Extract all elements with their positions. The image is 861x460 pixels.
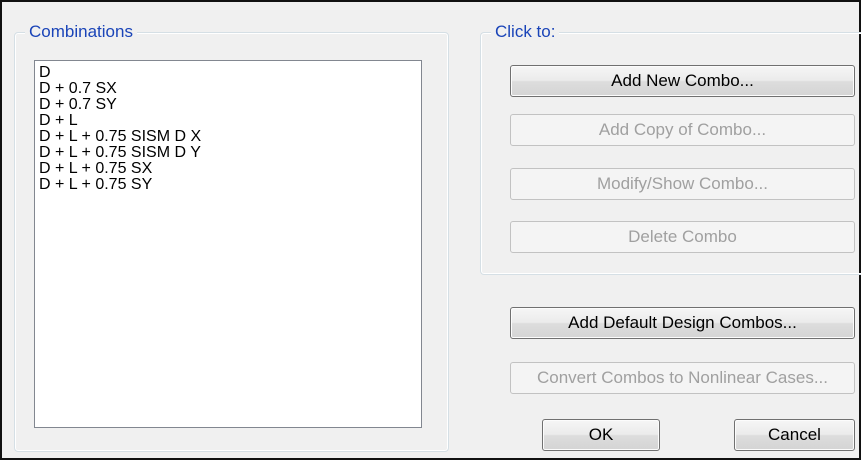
- list-item[interactable]: D + L + 0.75 SY: [39, 177, 419, 193]
- delete-combo-button[interactable]: Delete Combo: [510, 221, 855, 253]
- ok-button[interactable]: OK: [542, 419, 660, 451]
- add-default-design-combos-button[interactable]: Add Default Design Combos...: [510, 307, 855, 339]
- list-item[interactable]: D + L + 0.75 SISM D X: [39, 129, 419, 145]
- list-item[interactable]: D + 0.7 SY: [39, 97, 419, 113]
- list-item[interactable]: D: [39, 65, 419, 81]
- list-item[interactable]: D + L + 0.75 SISM D Y: [39, 145, 419, 161]
- modify-show-combo-button[interactable]: Modify/Show Combo...: [510, 168, 855, 200]
- add-copy-of-combo-button[interactable]: Add Copy of Combo...: [510, 114, 855, 146]
- cancel-button[interactable]: Cancel: [734, 419, 855, 451]
- load-combinations-dialog: Combinations D D + 0.7 SX D + 0.7 SY D +…: [0, 0, 861, 460]
- list-item[interactable]: D + 0.7 SX: [39, 81, 419, 97]
- combinations-group-title: Combinations: [25, 22, 137, 42]
- list-item[interactable]: D + L + 0.75 SX: [39, 161, 419, 177]
- click-to-group-title: Click to:: [491, 22, 560, 42]
- list-item[interactable]: D + L: [39, 113, 419, 129]
- convert-combos-to-nonlinear-cases-button[interactable]: Convert Combos to Nonlinear Cases...: [510, 362, 855, 394]
- add-new-combo-button[interactable]: Add New Combo...: [510, 65, 855, 97]
- combinations-listbox[interactable]: D D + 0.7 SX D + 0.7 SY D + L D + L + 0.…: [34, 60, 422, 428]
